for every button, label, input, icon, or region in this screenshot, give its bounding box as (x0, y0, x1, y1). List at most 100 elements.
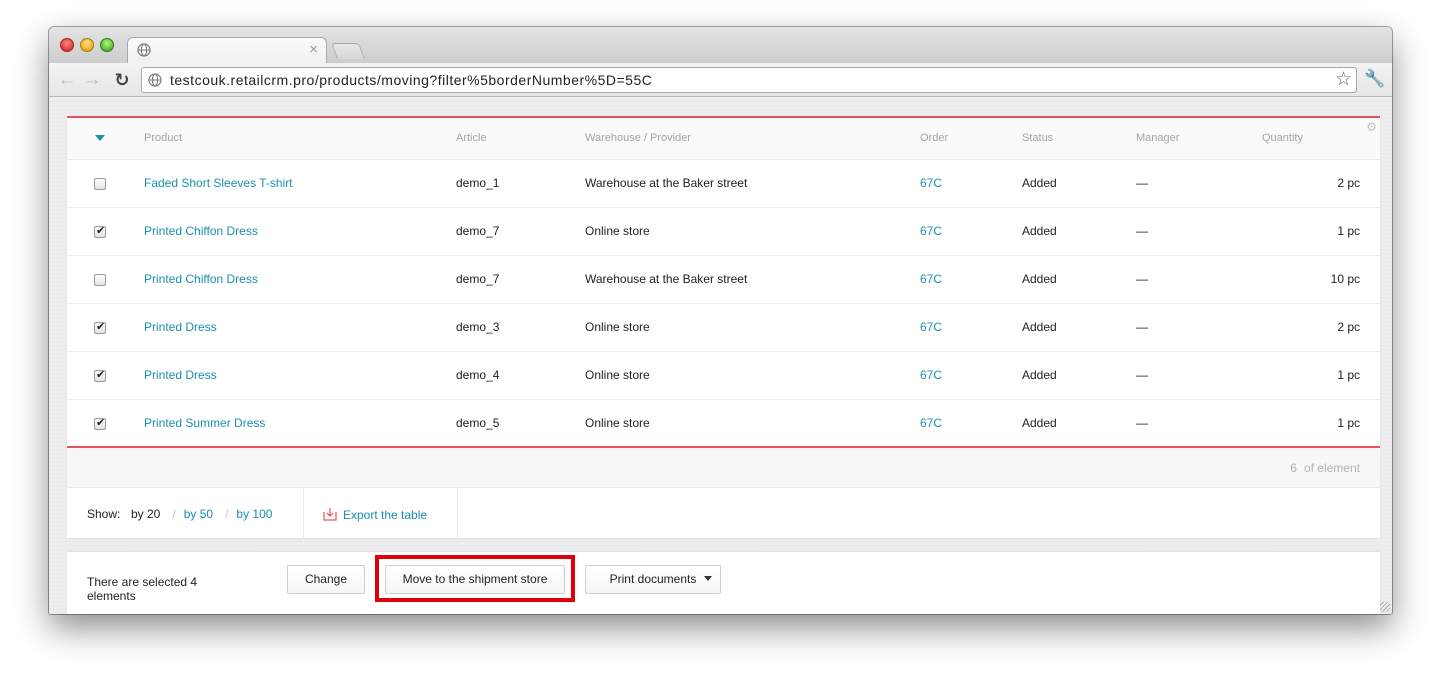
address-bar[interactable]: testcouk.retailcrm.pro/products/moving?f… (141, 67, 1357, 93)
article-cell: demo_3 (456, 320, 500, 334)
sort-toggle[interactable] (67, 118, 144, 160)
zoom-window-button[interactable] (100, 38, 114, 52)
browser-window: × ← → ↻ testcouk.retailcrm.pro/products/… (49, 27, 1392, 614)
row-checkbox[interactable] (94, 368, 106, 382)
order-link[interactable]: 67C (920, 207, 1022, 255)
row-checkbox[interactable] (94, 177, 106, 190)
status-cell: Added (1022, 176, 1057, 190)
checkbox-cell (67, 255, 144, 303)
warehouse-cell: Online store (585, 224, 650, 238)
manager-cell: — (1136, 272, 1148, 286)
quantity-cell: 1 pc (1337, 368, 1360, 382)
status-cell: Added (1022, 272, 1057, 286)
manager-cell: — (1136, 368, 1148, 382)
change-button[interactable]: Change (287, 565, 365, 594)
page-size-100[interactable]: by 100 (236, 507, 272, 521)
table-header-row: Product Article Warehouse / Provider Ord… (67, 118, 1380, 160)
browser-tab[interactable]: × (127, 37, 327, 63)
order-link[interactable]: 67C (920, 303, 1022, 351)
status-cell: Added (1022, 224, 1057, 238)
resize-grip[interactable] (1380, 602, 1390, 612)
column-header[interactable]: Manager (1136, 118, 1262, 160)
product-link[interactable]: Faded Short Sleeves T-shirt (144, 159, 456, 207)
products-table: Product Article Warehouse / Provider Ord… (67, 118, 1380, 448)
products-table-panel: ⚙ Product Article Warehouse / Provider O… (67, 116, 1380, 540)
page-size-20[interactable]: by 20 (131, 507, 160, 521)
status-cell: Added (1022, 368, 1057, 382)
column-header[interactable]: Order (920, 118, 1022, 160)
column-header[interactable]: Status (1022, 118, 1136, 160)
globe-icon (148, 73, 162, 87)
warehouse-cell: Warehouse at the Baker street (585, 272, 748, 286)
close-tab-icon[interactable]: × (309, 41, 318, 59)
row-checkbox[interactable] (94, 273, 106, 286)
product-link[interactable]: Printed Dress (144, 303, 456, 351)
show-label: Show: (87, 507, 121, 521)
table-row: Printed Summer Dressdemo_5 Online store 67… (67, 399, 1380, 447)
print-documents-dropdown[interactable]: Print documents (585, 565, 721, 594)
article-cell: demo_5 (456, 415, 500, 430)
column-header[interactable]: Product (144, 118, 456, 160)
column-header[interactable]: Quantity (1262, 118, 1380, 160)
checkbox-cell (67, 351, 144, 399)
row-checkbox[interactable] (94, 320, 106, 334)
gear-icon[interactable]: ⚙ (1366, 120, 1377, 134)
row-checkbox[interactable] (94, 224, 106, 238)
product-link[interactable]: Printed Summer Dress (144, 399, 456, 447)
export-table-link[interactable]: Export the table (323, 507, 427, 522)
table-row: Printed Chiffon Dress demo_7 Warehouse at … (67, 255, 1380, 303)
product-link[interactable]: Printed Chiffon Dress (144, 207, 456, 255)
wrench-icon[interactable]: 🔧 (1364, 69, 1385, 89)
page-size-50[interactable]: by 50 (184, 507, 213, 521)
export-label: Export the table (343, 508, 428, 522)
quantity-cell: 2 pc (1337, 320, 1360, 334)
divider (303, 488, 304, 540)
forward-arrow-icon[interactable]: → (82, 70, 102, 90)
article-cell: demo_1 (456, 176, 500, 190)
manager-cell: — (1136, 176, 1148, 190)
back-arrow-icon[interactable]: ← (57, 70, 77, 90)
order-link[interactable]: 67C (920, 255, 1022, 303)
url-text[interactable]: testcouk.retailcrm.pro/products/moving?f… (170, 72, 652, 88)
warehouse-cell: Online store (585, 368, 650, 382)
column-header[interactable]: Warehouse / Provider (585, 118, 920, 160)
order-link[interactable]: 67C (920, 159, 1022, 207)
article-cell: demo_7 (456, 224, 500, 238)
product-link[interactable]: Printed Chiffon Dress (144, 255, 456, 303)
selection-summary: There are selected 4 elements (87, 575, 198, 603)
order-link[interactable]: 67C (920, 351, 1022, 399)
close-window-button[interactable] (60, 38, 74, 52)
article-cell: demo_7 (456, 272, 500, 286)
manager-cell: — (1136, 320, 1148, 334)
minimize-window-button[interactable] (80, 38, 94, 52)
bulk-action-bar: There are selected 4 elements Change Mov… (67, 552, 1380, 614)
new-tab-button[interactable] (331, 43, 365, 59)
column-header[interactable]: Article (456, 118, 585, 160)
product-link[interactable]: Printed Dress (144, 351, 456, 399)
caret-down-icon (704, 576, 713, 581)
title-bar: × (49, 27, 1392, 63)
row-checkbox[interactable] (94, 416, 106, 430)
table-footer: Show: by 20/by 50/by 100 Export the tabl… (67, 488, 1380, 540)
table-row: Printed Dressdemo_3 Online store 67CAdded —… (67, 303, 1380, 351)
download-icon (323, 508, 337, 521)
table-row: Faded Short Sleeves T-shirt demo_1 Warehou… (67, 159, 1380, 207)
element-count: 6 of element (1290, 461, 1360, 475)
table-row: Printed Chiffon Dressdemo_7 Online store 6… (67, 207, 1380, 255)
divider (457, 488, 458, 540)
checkbox-cell (67, 399, 144, 447)
bookmark-star-icon[interactable]: ☆ (1335, 69, 1352, 91)
quantity-cell: 2 pc (1337, 176, 1360, 190)
move-to-shipment-store-button[interactable]: Move to the shipment store (385, 565, 565, 594)
page-size-selector: by 20/by 50/by 100 (131, 507, 273, 521)
checkbox-cell (67, 303, 144, 351)
order-link[interactable]: 67C (920, 399, 1022, 447)
quantity-cell: 1 pc (1337, 224, 1360, 238)
caret-down-icon (95, 135, 105, 142)
globe-icon (137, 43, 151, 57)
reload-icon[interactable]: ↻ (112, 70, 132, 90)
page-viewport: ⚙ Product Article Warehouse / Provider O… (49, 98, 1392, 614)
quantity-cell: 1 pc (1337, 415, 1360, 430)
quantity-cell: 10 pc (1330, 272, 1360, 286)
print-documents-label: Print documents (609, 572, 697, 586)
